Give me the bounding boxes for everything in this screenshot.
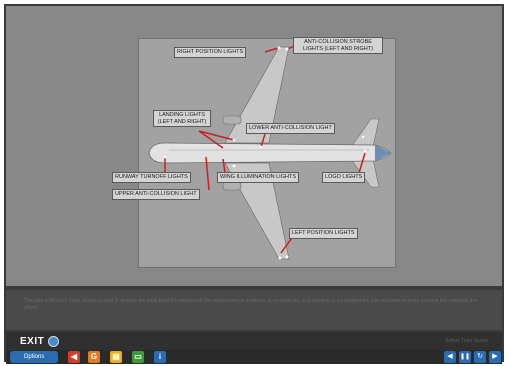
right-engine [222,115,242,125]
course-player: RIGHT POSITION LIGHTS ANTI-COLLISION STR… [4,4,504,364]
caption-panel: The pilot of Airbus's Tutor Series is us… [6,290,502,330]
exit-bar: EXIT Airbus Tutor Series [6,332,502,350]
callout-logo-lights: LOGO LIGHTS [322,172,366,183]
right-stabilizer [350,118,380,148]
glossary-icon[interactable]: G [88,351,100,363]
left-engine [222,181,242,191]
notes-icon[interactable]: ▤ [110,351,122,363]
exit-button[interactable]: EXIT [20,336,44,347]
callout-upper-anti-collision-light: UPPER ANTI-COLLISION LIGHT [112,189,200,200]
next-icon[interactable]: ▶ [489,351,501,363]
back-icon[interactable]: ◀ [444,351,456,363]
caption-text: The pilot of Airbus's Tutor Series is us… [24,298,477,311]
speaker-icon[interactable]: ◀ [68,351,80,363]
content-stage: RIGHT POSITION LIGHTS ANTI-COLLISION STR… [6,6,502,286]
callout-wing-illumination-lights: WING ILLUMINATION LIGHTS [217,172,299,183]
replay-icon[interactable]: ↻ [474,351,486,363]
callout-right-position-lights: RIGHT POSITION LIGHTS [174,47,247,58]
info-icon[interactable]: i [154,351,166,363]
callout-left-position-lights: LEFT POSITION LIGHTS [289,228,358,239]
course-status: Airbus Tutor Series [445,338,488,344]
fuselage [148,142,392,164]
pause-icon[interactable]: ❚❚ [459,351,471,363]
chat-icon[interactable]: ▭ [132,351,144,363]
tail-cone [375,145,391,161]
callout-lower-anti-collision-light: LOWER ANTI-COLLISION LIGHT [246,123,335,134]
exit-arrow-icon[interactable] [48,336,59,347]
aircraft-illustration [148,44,392,260]
callout-runway-turnoff-lights: RUNWAY TURNOFF LIGHTS [112,172,191,183]
options-button[interactable]: Options [10,351,58,363]
callout-landing-lights: LANDING LIGHTS (LEFT AND RIGHT) [153,110,211,127]
callout-anti-collision-strobe-lights: ANTI-COLLISION STROBE LIGHTS (LEFT AND R… [293,37,383,54]
bottom-toolbar: Options ◀ G ▤ ▭ i ◀ ❚❚ ↻ ▶ [6,350,502,364]
